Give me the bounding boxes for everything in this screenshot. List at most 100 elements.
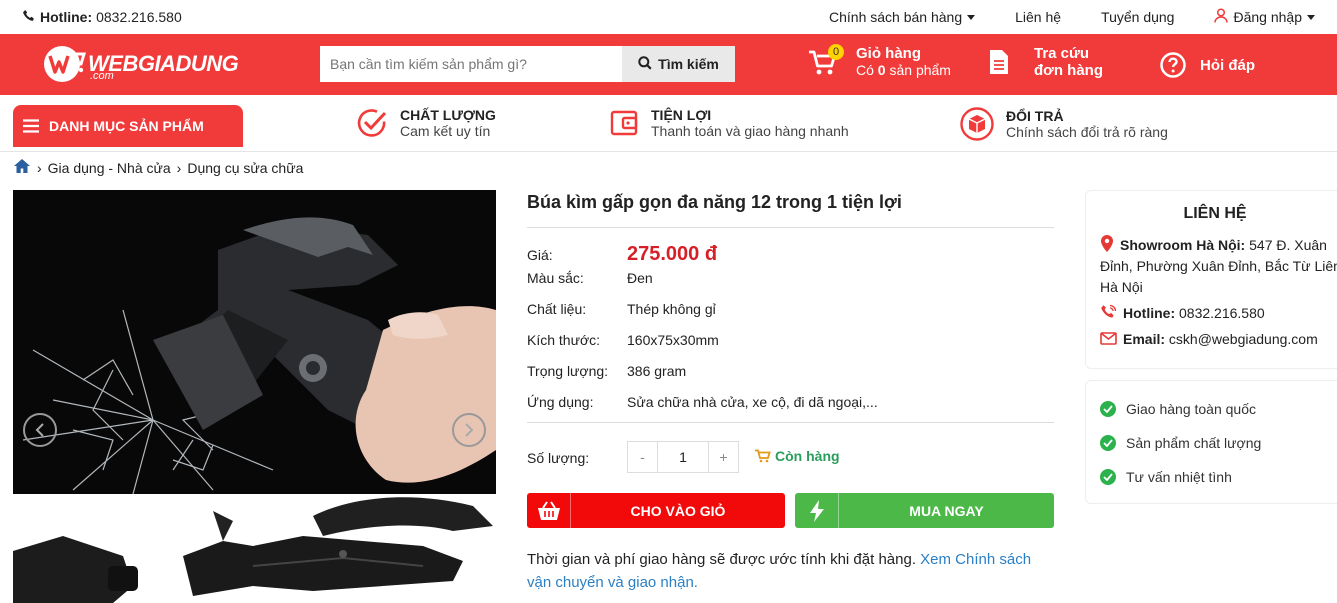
benefit-item: Sản phẩm chất lượng [1100, 435, 1261, 451]
chevron-right-icon [465, 423, 474, 437]
nav-contact[interactable]: Liên hệ [1015, 9, 1061, 25]
search-input[interactable] [320, 46, 622, 82]
add-to-cart-button[interactable]: CHO VÀO GIỎ [527, 493, 785, 528]
spec-row: Ứng dụng: Sửa chữa nhà cửa, xe cộ, đi dã… [527, 394, 878, 410]
benefits-box: Giao hàng toàn quốc Sản phẩm chất lượng … [1085, 380, 1337, 504]
hammer-photo [13, 190, 496, 494]
category-bar: DANH MỤC SẢN PHẨM CHẤT LƯỢNG Cam kết uy t… [0, 95, 1337, 151]
feature-sub: Thanh toán và giao hàng nhanh [651, 123, 849, 139]
contact-email[interactable]: Email: cskh@webgiadung.com [1100, 329, 1318, 350]
breadcrumb-divider [0, 151, 1337, 152]
hotline[interactable]: Hotline: 0832.216.580 [22, 9, 182, 26]
hotline-label: Hotline: [1123, 305, 1176, 321]
spec-value: 386 gram [627, 363, 687, 379]
product-main-image[interactable] [13, 190, 496, 494]
quantity-label-row: Số lượng: [527, 450, 627, 466]
product-info: Búa kìm gấp gọn đa năng 12 trong 1 tiện … [527, 190, 1054, 591]
shipping-note-text: Thời gian và phí giao hàng sẽ được ước t… [527, 551, 921, 568]
spec-value: Sửa chữa nhà cửa, xe cộ, đi dã ngoại,... [627, 394, 878, 410]
cart-icon-wrap: 0 [808, 43, 844, 77]
location-pin-icon [1101, 235, 1113, 252]
cart-title: Giỏ hàng [856, 45, 921, 62]
order-lookup-line1: Tra cứu [1034, 45, 1090, 62]
order-lookup-line2: đơn hàng [1034, 62, 1103, 79]
feature-title: CHẤT LƯỢNG [400, 107, 496, 123]
email-address: cskh@webgiadung.com [1168, 331, 1318, 347]
header-cart[interactable]: 0 Giỏ hàng Có 0 sản phẩm [808, 43, 951, 78]
header-order-lookup[interactable]: Tra cứu đơn hàng [988, 45, 1103, 79]
contact-title: LIÊN HỆ [1183, 205, 1247, 222]
home-icon[interactable] [13, 158, 31, 177]
buy-now-button[interactable]: MUA NGAY [795, 493, 1054, 528]
add-to-cart-label: CHO VÀO GIỎ [630, 502, 726, 519]
benefit-item: Giao hàng toàn quốc [1100, 401, 1256, 417]
caret-down-icon [1307, 14, 1315, 20]
category-menu-button[interactable]: DANH MỤC SẢN PHẨM [13, 105, 243, 147]
hotline-number: 0832.216.580 [96, 9, 182, 25]
contact-showroom: Showroom Hà Nội: 547 Đ. Xuân Đỉnh, Phườn… [1100, 235, 1337, 298]
nav-label: Đăng nhập [1233, 9, 1302, 25]
spec-label: Chất liệu: [527, 301, 587, 317]
benefit-label: Tư vấn nhiệt tình [1126, 469, 1232, 485]
header-faq[interactable]: Hỏi đáp [1160, 52, 1255, 78]
feature-returns: ĐỔI TRẢ Chính sách đổi trả rõ ràng [960, 107, 1168, 141]
phone-ring-icon [1101, 304, 1117, 318]
spec-value: Thép không gỉ [627, 301, 716, 317]
feature-sub: Chính sách đổi trả rõ ràng [1006, 124, 1168, 140]
top-nav: Chính sách bán hàng Liên hệ Tuyển dụng Đ… [829, 8, 1315, 26]
quantity-increase-button[interactable]: + [708, 442, 738, 472]
quantity-decrease-button[interactable]: - [628, 442, 658, 472]
multitool-photo [13, 496, 496, 603]
product-thumbnail[interactable] [13, 496, 496, 603]
buy-now-label: MUA NGAY [909, 502, 984, 519]
quantity-input[interactable]: 1 [658, 442, 708, 472]
product-title: Búa kìm gấp gọn đa năng 12 trong 1 tiện … [527, 192, 902, 212]
phone-icon [22, 9, 36, 26]
wallet-icon [610, 110, 638, 136]
search-bar: Tìm kiếm [320, 46, 735, 82]
logo-mark-icon [44, 46, 87, 82]
breadcrumb-item[interactable]: Gia dụng - Nhà cửa [48, 160, 171, 176]
product-price: 275.000 đ [627, 243, 718, 265]
spec-label: Kích thước: [527, 332, 601, 348]
feature-title: TIỆN LỢI [651, 107, 712, 123]
top-bar: Hotline: 0832.216.580 Chính sách bán hàn… [0, 0, 1337, 34]
stock-label: Còn hàng [775, 448, 840, 464]
contact-hotline[interactable]: Hotline: 0832.216.580 [1100, 303, 1265, 324]
showroom-label: Showroom Hà Nội: [1120, 237, 1246, 253]
spec-row: Chất liệu: Thép không gỉ [527, 301, 716, 317]
hamburger-icon [23, 119, 39, 133]
nav-login[interactable]: Đăng nhập [1214, 8, 1315, 26]
gallery-prev-button[interactable] [23, 413, 57, 447]
chevron-right-icon: › [176, 159, 182, 176]
feature-sub: Cam kết uy tín [400, 123, 491, 139]
check-circle-icon [357, 109, 387, 137]
faq-label: Hỏi đáp [1200, 56, 1255, 74]
site-logo[interactable]: WEBGIADUNG .com [42, 44, 239, 84]
main-header: WEBGIADUNG .com Tìm kiếm 0 Giỏ hàng Có 0… [0, 34, 1337, 95]
shipping-note: Thời gian và phí giao hàng sẽ được ước t… [527, 548, 1054, 594]
search-button[interactable]: Tìm kiếm [622, 46, 735, 82]
logo-suffix: .com [90, 70, 114, 82]
spec-label: Ứng dụng: [527, 394, 594, 410]
nav-recruitment[interactable]: Tuyển dụng [1101, 9, 1174, 25]
return-box-icon [960, 107, 994, 141]
check-circle-icon [1100, 469, 1116, 485]
divider [527, 227, 1054, 228]
quantity-label: Số lượng: [527, 450, 590, 466]
cart-subtitle: Có 0 sản phẩm [856, 62, 951, 78]
feature-title: ĐỔI TRẢ [1006, 108, 1064, 124]
stock-status: Còn hàng [755, 448, 840, 464]
check-circle-icon [1100, 435, 1116, 451]
feature-convenience: TIỆN LỢI Thanh toán và giao hàng nhanh [609, 107, 849, 139]
lightning-icon [795, 493, 839, 528]
spec-value: 160x75x30mm [627, 332, 719, 348]
breadcrumb-item[interactable]: Dụng cụ sửa chữa [187, 160, 303, 176]
nav-sales-policy[interactable]: Chính sách bán hàng [829, 9, 976, 25]
spec-label: Trọng lượng: [527, 363, 609, 379]
gallery-next-button[interactable] [452, 413, 486, 447]
chevron-left-icon [35, 423, 44, 437]
user-icon [1214, 8, 1229, 26]
benefit-item: Tư vấn nhiệt tình [1100, 469, 1232, 485]
quantity-stepper: - 1 + [627, 441, 739, 473]
